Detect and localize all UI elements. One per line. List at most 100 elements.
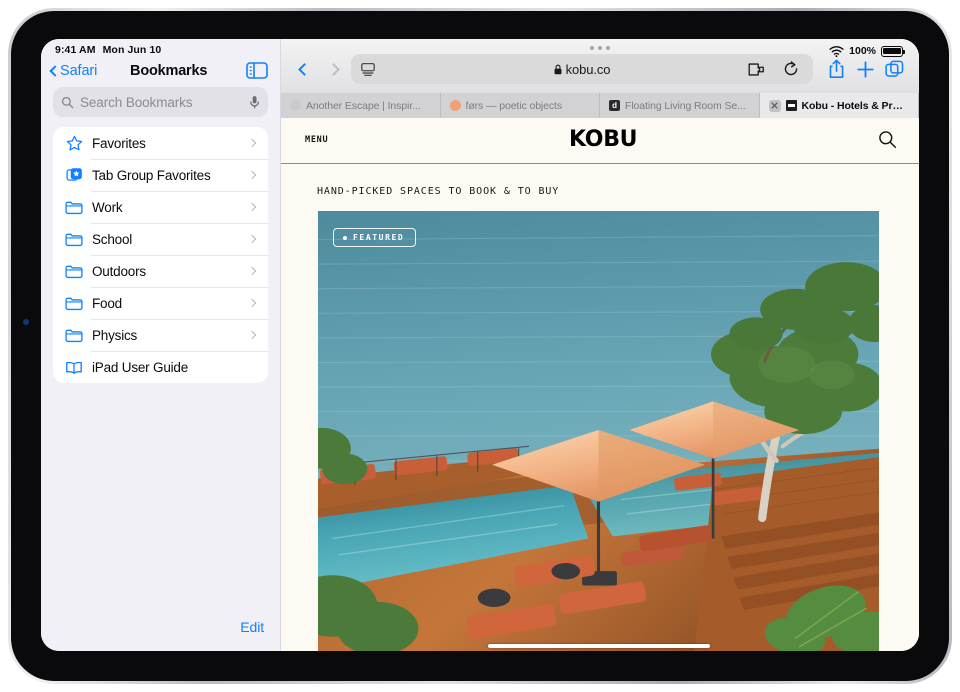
forward-button[interactable]: [322, 58, 344, 80]
chevron-right-icon: [247, 202, 257, 212]
folder-icon: [64, 328, 84, 343]
sidebar-back-label: Safari: [60, 62, 98, 79]
page-title: Bookmarks: [130, 62, 208, 79]
folder-icon: [64, 232, 84, 247]
screen: 9:41 AM Mon Jun 10 Safari Bookmarks Sear…: [41, 39, 919, 651]
browser-tab[interactable]: Another Escape | Inspir...: [281, 93, 441, 118]
safari-browser: 100% kobu.co Another Escape | Inspir... …: [281, 39, 919, 651]
search-input[interactable]: Search Bookmarks: [53, 87, 268, 117]
tab-title: Floating Living Room Se...: [625, 99, 746, 112]
search-icon: [61, 96, 74, 108]
tab-title: Another Escape | Inspir...: [306, 99, 421, 112]
browser-tab-active[interactable]: Kobu - Hotels & Propert...: [759, 93, 919, 118]
browser-tab[interactable]: d Floating Living Room Se...: [600, 93, 760, 118]
address-bar-actions: [745, 58, 802, 80]
bookmark-label: Tab Group Favorites: [92, 167, 211, 183]
bookmark-label: School: [92, 231, 133, 247]
chevron-left-icon: [49, 64, 61, 77]
kobu-favicon: [785, 100, 797, 111]
edit-button[interactable]: Edit: [240, 619, 264, 635]
folder-icon: [64, 264, 84, 279]
lock-icon: [554, 64, 562, 74]
ipad-device: 9:41 AM Mon Jun 10 Safari Bookmarks Sear…: [8, 8, 952, 684]
back-button[interactable]: [293, 58, 315, 80]
wifi-icon: [829, 45, 844, 57]
sidebar-toggle-icon[interactable]: [246, 62, 268, 79]
page-tagline: HAND-PICKED SPACES TO BOOK & TO BUY: [317, 186, 560, 197]
hero-image[interactable]: FEATURED: [318, 211, 879, 651]
dot-icon: [343, 235, 347, 240]
bookmark-label: Outdoors: [92, 263, 146, 279]
browser-toolbar: kobu.co: [281, 52, 919, 93]
bookmark-label: Food: [92, 295, 122, 311]
browser-tab[interactable]: førs — poetic objects: [441, 93, 600, 118]
device-bezel: 9:41 AM Mon Jun 10 Safari Bookmarks Sear…: [11, 11, 949, 681]
folder-icon: [64, 296, 84, 311]
dot-favicon: [449, 100, 461, 111]
book-icon: [64, 360, 84, 375]
bookmarks-sidebar: 9:41 AM Mon Jun 10 Safari Bookmarks Sear…: [41, 39, 281, 651]
tab-strip: Another Escape | Inspir... førs — poetic…: [281, 93, 919, 118]
close-icon[interactable]: [768, 99, 781, 112]
new-tab-button[interactable]: [854, 58, 876, 80]
bookmark-item-tab-group-favorites[interactable]: Tab Group Favorites: [53, 159, 268, 191]
status-time: 9:41 AM: [55, 44, 96, 56]
home-indicator[interactable]: [487, 644, 710, 648]
globe-favicon: [290, 100, 301, 111]
url-text: kobu.co: [565, 61, 611, 77]
microphone-icon[interactable]: [249, 95, 260, 110]
address-bar[interactable]: kobu.co: [351, 54, 813, 84]
bookmark-item-favorites[interactable]: Favorites: [53, 127, 268, 159]
letter-d-favicon: d: [609, 100, 620, 111]
bookmark-item-food[interactable]: Food: [53, 287, 268, 319]
sidebar-nav-bar: Safari Bookmarks: [41, 58, 280, 87]
chevron-right-icon: [247, 170, 257, 180]
share-button[interactable]: [825, 58, 847, 80]
star-icon: [64, 135, 84, 152]
site-search-button[interactable]: [878, 130, 897, 149]
status-bar-right: 100%: [829, 45, 906, 57]
chevron-right-icon: [247, 266, 257, 276]
url-display: kobu.co: [351, 62, 813, 77]
featured-badge: FEATURED: [333, 228, 417, 247]
multitasking-handle-icon[interactable]: [281, 39, 919, 52]
extensions-icon[interactable]: [745, 58, 767, 80]
bookmark-item-work[interactable]: Work: [53, 191, 268, 223]
folder-icon: [64, 200, 84, 215]
tabs-overview-button[interactable]: [883, 58, 905, 80]
site-header: MENU KOBU: [281, 118, 919, 164]
plus-icon: [856, 60, 874, 78]
chevron-right-icon: [326, 62, 340, 76]
tab-group-star-icon: [64, 167, 84, 184]
bookmark-label: iPad User Guide: [92, 359, 189, 375]
resort-pool-photo: [318, 211, 879, 651]
share-icon: [829, 59, 843, 79]
site-menu-button[interactable]: MENU: [305, 135, 328, 145]
status-bar-left: 9:41 AM Mon Jun 10: [41, 39, 280, 58]
bookmark-item-school[interactable]: School: [53, 223, 268, 255]
tabs-overview-icon: [884, 60, 903, 77]
browser-chrome: 100% kobu.co Another Escape | Inspir... …: [281, 39, 919, 118]
web-page-content: MENU KOBU HAND-PICKED SPACES TO BOOK & T…: [281, 118, 919, 651]
tab-title: Kobu - Hotels & Propert...: [801, 99, 910, 112]
chevron-right-icon: [247, 298, 257, 308]
chevron-right-icon: [247, 138, 257, 148]
bookmarks-list: Favorites Tab Group Favorites Work Schoo…: [53, 127, 268, 383]
battery-percent-label: 100%: [849, 45, 876, 57]
featured-badge-label: FEATURED: [353, 233, 405, 242]
status-date: Mon Jun 10: [102, 44, 162, 56]
reload-icon[interactable]: [780, 58, 802, 80]
bookmark-item-ipad-user-guide[interactable]: iPad User Guide: [53, 351, 268, 383]
sidebar-back-button[interactable]: Safari: [49, 62, 98, 79]
chevron-right-icon: [247, 234, 257, 244]
chevron-left-icon: [297, 62, 311, 76]
bookmark-item-outdoors[interactable]: Outdoors: [53, 255, 268, 287]
hero-section: FEATURED: [281, 211, 919, 651]
bookmark-label: Favorites: [92, 135, 146, 151]
search-placeholder: Search Bookmarks: [80, 94, 193, 110]
search-bookmarks-container: Search Bookmarks: [41, 87, 280, 127]
bezel-sensor-dot: [23, 319, 29, 325]
bookmark-item-physics[interactable]: Physics: [53, 319, 268, 351]
bookmark-label: Physics: [92, 327, 138, 343]
bookmark-label: Work: [92, 199, 123, 215]
